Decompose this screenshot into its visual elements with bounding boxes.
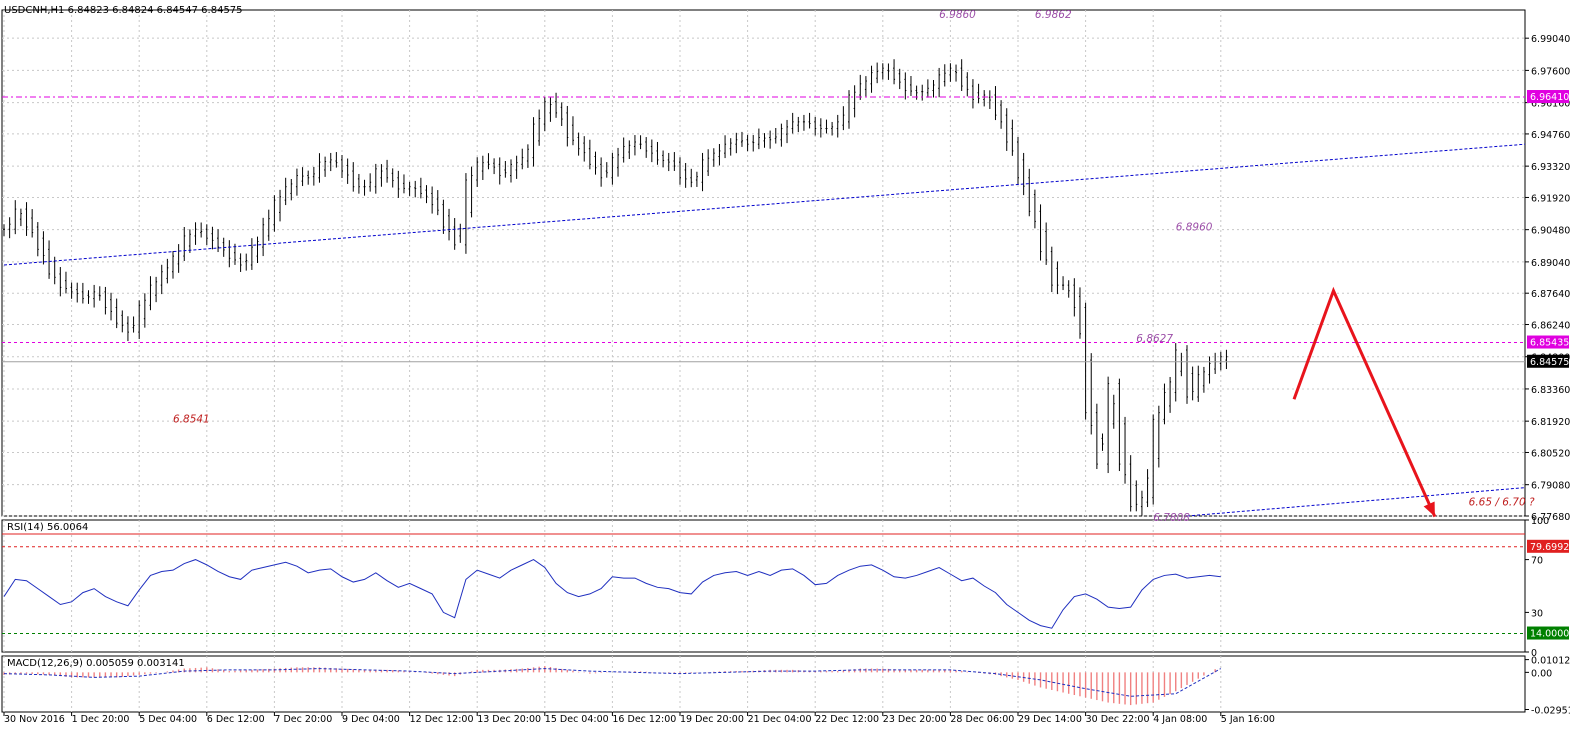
x-tick-label: 5 Dec 04:00 — [139, 714, 197, 725]
price-tick-label: 6.94760 — [1531, 130, 1570, 141]
x-tick-label: 9 Dec 04:00 — [342, 714, 400, 725]
macd-tick-label: -0.029511 — [1531, 705, 1570, 716]
price-annotation: 6.8960 — [1176, 221, 1213, 233]
x-tick-label: 30 Nov 2016 — [4, 714, 65, 725]
price-annotation: 6.65 / 6.70 ? — [1469, 496, 1535, 508]
macd-tick-label: 0.00 — [1531, 668, 1552, 679]
x-tick-label: 15 Dec 04:00 — [545, 714, 609, 725]
rsi-level-label: 79.6992 — [1530, 542, 1569, 553]
chart-header: USDCNH,H1 6.84823 6.84824 6.84547 6.8457… — [4, 5, 243, 16]
price-tick-label: 6.93320 — [1531, 162, 1570, 173]
rsi-tick-label: 30 — [1531, 608, 1543, 619]
price-annotation: 6.7808 — [1153, 512, 1190, 524]
price-tick-label: 6.89040 — [1531, 258, 1570, 269]
x-tick-label: 4 Jan 08:00 — [1153, 714, 1207, 725]
price-annotation: 6.8627 — [1136, 333, 1173, 345]
price-tick-label: 6.86240 — [1531, 321, 1570, 332]
x-tick-label: 22 Dec 12:00 — [815, 714, 879, 725]
price-tick-label: 6.90480 — [1531, 226, 1570, 237]
x-tick-label: 30 Dec 22:00 — [1086, 714, 1150, 725]
x-tick-label: 19 Dec 20:00 — [680, 714, 744, 725]
x-tick-label: 16 Dec 12:00 — [612, 714, 676, 725]
x-tick-label: 23 Dec 20:00 — [883, 714, 947, 725]
x-tick-label: 28 Dec 06:00 — [950, 714, 1014, 725]
rsi-tick-label: 100 — [1531, 516, 1549, 527]
level-price-label: 6.96410 — [1530, 92, 1569, 103]
price-tick-label: 6.79080 — [1531, 481, 1570, 492]
price-tick-label: 6.81920 — [1531, 417, 1570, 428]
chart-window: 6.9860 6.9862 6.8960 6.8627 6.8541 6.65 / 6.7… — [0, 0, 1570, 733]
rsi-tick-label: 70 — [1531, 556, 1543, 567]
rsi-header: RSI(14) 56.0064 — [7, 522, 88, 533]
price-annotation: 6.9862 — [1035, 9, 1072, 21]
x-tick-label: 6 Dec 12:00 — [207, 714, 265, 725]
x-tick-label: 1 Dec 20:00 — [72, 714, 130, 725]
level-price-label: 6.85435 — [1530, 338, 1569, 349]
x-tick-label: 21 Dec 04:00 — [748, 714, 812, 725]
price-tick-label: 6.97600 — [1531, 66, 1570, 77]
macd-header: MACD(12,26,9) 0.005059 0.003141 — [7, 658, 185, 669]
price-tick-label: 6.87640 — [1531, 289, 1570, 300]
price-annotation: 6.8541 — [173, 414, 210, 426]
rsi-level-label: 14.0000 — [1530, 629, 1569, 640]
x-tick-label: 29 Dec 14:00 — [1018, 714, 1082, 725]
price-annotation: 6.9860 — [939, 9, 976, 21]
price-tick-label: 6.91920 — [1531, 193, 1570, 204]
price-tick-label: 6.99040 — [1531, 34, 1570, 45]
chart-canvas: 6.9860 6.9862 6.8960 6.8627 6.8541 6.65 / 6.7… — [0, 0, 1570, 733]
macd-tick-label: 0.010127 — [1531, 656, 1570, 667]
current-price-label: 6.84575 — [1530, 357, 1569, 368]
x-tick-label: 5 Jan 16:00 — [1221, 714, 1275, 725]
price-tick-label: 6.83360 — [1531, 385, 1570, 396]
x-tick-label: 13 Dec 20:00 — [477, 714, 541, 725]
price-tick-label: 6.80520 — [1531, 448, 1570, 459]
x-tick-label: 12 Dec 12:00 — [410, 714, 474, 725]
x-tick-label: 7 Dec 20:00 — [274, 714, 332, 725]
